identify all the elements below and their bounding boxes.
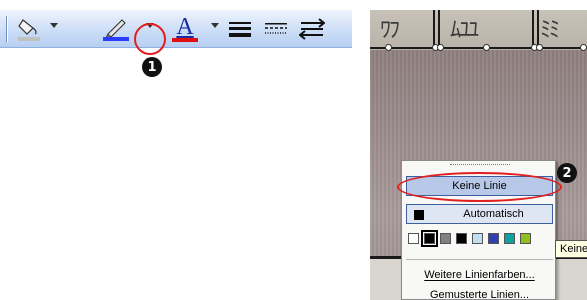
color-swatch-teal[interactable] — [504, 233, 515, 244]
line-color-icon — [103, 19, 129, 41]
handwriting-scribble: ﾑﾕﾕ — [450, 18, 479, 43]
step-badge-2: 2 — [557, 163, 577, 183]
dash-style-button[interactable] — [262, 14, 290, 44]
selection-handle[interactable] — [536, 44, 543, 51]
fill-color-icon — [18, 19, 40, 41]
color-swatch-green[interactable] — [520, 233, 531, 244]
line-color-bar — [103, 37, 129, 41]
font-color-dropdown-arrow[interactable] — [211, 23, 219, 28]
color-swatch-black[interactable] — [456, 233, 467, 244]
color-swatch-black-selected[interactable] — [421, 230, 438, 247]
highlight-circle-arrow — [134, 23, 166, 55]
color-swatch-row — [408, 230, 531, 247]
selection-handle[interactable] — [580, 44, 587, 51]
selection-handle[interactable] — [437, 44, 444, 51]
menu-drag-grip[interactable] — [450, 164, 510, 167]
automatic-label: Automatisch — [463, 208, 524, 220]
automatic-color-option[interactable]: Automatisch — [406, 204, 553, 224]
arrow-style-button[interactable] — [298, 14, 326, 44]
selection-handle[interactable] — [483, 44, 490, 51]
step-badge-1: 1 — [142, 57, 162, 77]
highlight-oval-no-line — [397, 172, 562, 202]
color-swatch-gray[interactable] — [440, 233, 451, 244]
line-color-button[interactable] — [100, 14, 132, 44]
color-swatch-white[interactable] — [408, 233, 419, 244]
toolbar-separator — [6, 16, 8, 42]
tooltip: Keine L — [555, 240, 587, 258]
handwriting-scribble: ﾜﾌ — [380, 18, 400, 43]
font-color-button[interactable]: A — [170, 14, 200, 44]
color-swatch-light-blue[interactable] — [472, 233, 483, 244]
drawing-toolbar: A — [0, 10, 352, 55]
arrow-style-icon — [299, 18, 325, 40]
handwriting-scribble: ﾐﾐ — [540, 18, 560, 43]
patterned-lines-label: Gemusterte Linien... — [429, 289, 530, 300]
color-swatch-blue[interactable] — [488, 233, 499, 244]
font-color-icon: A — [176, 14, 194, 40]
menu-separator — [406, 259, 553, 260]
automatic-color-swatch — [414, 210, 424, 220]
more-line-colors-label: Weitere Linienfarben... — [424, 269, 535, 281]
line-style-icon — [229, 22, 251, 37]
fill-color-dropdown-arrow[interactable] — [50, 23, 58, 28]
more-line-colors-option[interactable]: Weitere Linienfarben... — [406, 265, 553, 285]
fill-color-button[interactable] — [14, 14, 44, 44]
line-style-button[interactable] — [226, 14, 254, 44]
selection-handle[interactable] — [385, 44, 392, 51]
font-color-bar — [172, 38, 198, 42]
patterned-lines-option[interactable]: Gemusterte Linien... — [406, 285, 553, 300]
fill-color-bar — [18, 37, 40, 41]
table-border-line — [370, 47, 587, 49]
dash-style-icon — [265, 23, 287, 34]
